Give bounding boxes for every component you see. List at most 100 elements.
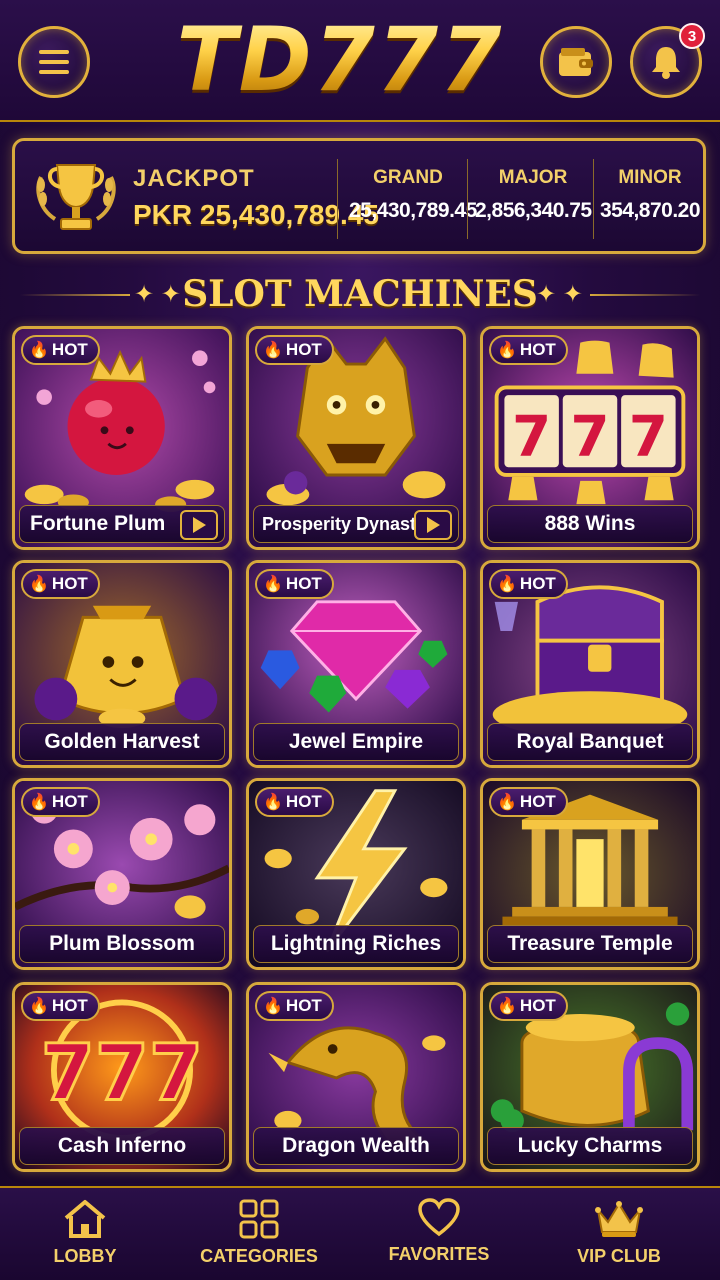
game-title: Royal Banquet bbox=[487, 723, 693, 761]
game-card-dragon-wealth[interactable]: 🔥 HOT Dragon Wealth bbox=[246, 982, 466, 1172]
game-title: Golden Harvest bbox=[19, 723, 225, 761]
flame-icon: 🔥 bbox=[263, 576, 283, 593]
hot-badge-label: HOT bbox=[51, 340, 88, 359]
tier-value: 354,870.20 bbox=[599, 199, 701, 222]
sparkle-icon: ✦ ✦ bbox=[536, 281, 583, 308]
hot-badge: 🔥 HOT bbox=[489, 335, 568, 365]
game-card-888-wins[interactable]: 7 7 7 🔥 HOT 888 Wins bbox=[480, 326, 700, 550]
hot-badge: 🔥 HOT bbox=[21, 569, 100, 599]
flame-icon: 🔥 bbox=[263, 794, 283, 811]
hot-badge-label: HOT bbox=[519, 996, 556, 1015]
hot-badge: 🔥 HOT bbox=[489, 787, 568, 817]
game-title-text: Lightning Riches bbox=[270, 932, 442, 955]
game-card-fortune-plum[interactable]: 🔥 HOT Fortune Plum bbox=[12, 326, 232, 550]
game-card-golden-harvest[interactable]: 🔥 HOT Golden Harvest bbox=[12, 560, 232, 768]
tier-name: GRAND bbox=[373, 167, 443, 188]
game-title: Lucky Charms bbox=[487, 1127, 693, 1165]
flame-icon: 🔥 bbox=[29, 342, 49, 359]
nav-label: FAVORITES bbox=[388, 1244, 490, 1264]
game-title: Dragon Wealth bbox=[253, 1127, 459, 1165]
nav-categories[interactable]: CATEGORIES bbox=[174, 1198, 344, 1278]
menu-button[interactable] bbox=[18, 26, 90, 98]
game-title: Plum Blossom bbox=[19, 925, 225, 963]
flame-icon: 🔥 bbox=[497, 576, 517, 593]
app-logo: TD777 bbox=[150, 10, 530, 110]
section-title: SLOT MACHINES bbox=[182, 273, 538, 315]
home-icon bbox=[64, 1200, 106, 1238]
game-title: Lightning Riches bbox=[253, 925, 459, 963]
crown-icon bbox=[595, 1201, 643, 1237]
tier-grand: GRAND 25,430,789.45 bbox=[349, 167, 477, 223]
game-title: Jewel Empire bbox=[253, 723, 459, 761]
game-title-text: Golden Harvest bbox=[44, 730, 200, 753]
game-title-text: Plum Blossom bbox=[49, 932, 195, 955]
hot-badge: 🔥 HOT bbox=[489, 991, 568, 1021]
nav-label: LOBBY bbox=[53, 1246, 117, 1266]
game-card-plum-blossom[interactable]: 🔥 HOT Plum Blossom bbox=[12, 778, 232, 970]
play-icon bbox=[427, 517, 440, 533]
hot-badge: 🔥 HOT bbox=[255, 569, 334, 599]
play-button[interactable] bbox=[414, 510, 452, 540]
flame-icon: 🔥 bbox=[263, 342, 283, 359]
notification-badge: 3 bbox=[679, 23, 705, 49]
game-title: Fortune Plum bbox=[19, 505, 225, 543]
play-button[interactable] bbox=[180, 510, 218, 540]
game-title: 888 Wins bbox=[487, 505, 693, 543]
svg-text:7: 7 bbox=[512, 405, 551, 470]
play-icon bbox=[193, 517, 206, 533]
game-card-lucky-charms[interactable]: 🔥 HOT Lucky Charms bbox=[480, 982, 700, 1172]
hot-badge: 🔥 HOT bbox=[489, 569, 568, 599]
hot-badge-label: HOT bbox=[51, 792, 88, 811]
game-title-text: Dragon Wealth bbox=[282, 1134, 430, 1157]
game-card-lightning-riches[interactable]: 🔥 HOT Lightning Riches bbox=[246, 778, 466, 970]
flame-icon: 🔥 bbox=[497, 342, 517, 359]
sparkle-icon: ✦ ✦ bbox=[134, 281, 181, 308]
divider bbox=[590, 294, 700, 296]
game-card-jewel-empire[interactable]: 🔥 HOT Jewel Empire bbox=[246, 560, 466, 768]
game-title: Treasure Temple bbox=[487, 925, 693, 963]
game-card-treasure-temple[interactable]: 🔥 HOT Treasure Temple bbox=[480, 778, 700, 970]
svg-text:777: 777 bbox=[41, 1028, 203, 1118]
app-header: TD777 3 bbox=[0, 0, 720, 122]
hot-badge-label: HOT bbox=[519, 574, 556, 593]
game-title: Cash Inferno bbox=[19, 1127, 225, 1165]
tier-name: MAJOR bbox=[498, 167, 568, 188]
notifications-button[interactable]: 3 bbox=[630, 23, 705, 98]
nav-lobby[interactable]: LOBBY bbox=[0, 1198, 170, 1278]
trophy-icon bbox=[36, 164, 116, 230]
bottom-navigation: LOBBY CATEGORIES FAVORITES VIP CLUB bbox=[0, 1186, 720, 1280]
hot-badge: 🔥 HOT bbox=[255, 335, 334, 365]
game-card-prosperity-dynasty[interactable]: 🔥 HOT Prosperity Dynasty bbox=[246, 326, 466, 550]
flame-icon: 🔥 bbox=[29, 576, 49, 593]
divider bbox=[593, 159, 594, 239]
game-title-text: Cash Inferno bbox=[57, 1134, 187, 1157]
tier-value: 2,856,340.75 bbox=[475, 199, 592, 222]
game-title-text: Lucky Charms bbox=[517, 1134, 663, 1157]
wallet-button[interactable] bbox=[540, 26, 612, 98]
hot-badge: 🔥 HOT bbox=[255, 991, 334, 1021]
tier-minor: MINOR 354,870.20 bbox=[597, 167, 703, 223]
hot-badge: 🔥 HOT bbox=[21, 787, 100, 817]
hot-badge-label: HOT bbox=[51, 996, 88, 1015]
hot-badge-label: HOT bbox=[285, 996, 322, 1015]
bell-icon bbox=[652, 47, 680, 79]
hot-badge: 🔥 HOT bbox=[255, 787, 334, 817]
game-title-text: Prosperity Dynasty bbox=[262, 513, 427, 534]
game-card-royal-banquet[interactable]: 🔥 HOT Royal Banquet bbox=[480, 560, 700, 768]
jackpot-panel: JACKPOT PKR 25,430,789.45 GRAND 25,430,7… bbox=[12, 138, 706, 254]
hot-badge-label: HOT bbox=[519, 340, 556, 359]
section-header: ✦ ✦ SLOT MACHINES ✦ ✦ bbox=[0, 268, 720, 320]
flame-icon: 🔥 bbox=[29, 794, 49, 811]
divider bbox=[467, 159, 468, 239]
jackpot-label: JACKPOT bbox=[133, 165, 255, 192]
heart-icon bbox=[418, 1198, 460, 1237]
flame-icon: 🔥 bbox=[497, 998, 517, 1015]
game-card-cash-inferno[interactable]: 777 🔥 HOT Cash Inferno bbox=[12, 982, 232, 1172]
game-title-text: 888 Wins bbox=[544, 512, 636, 535]
hot-badge-label: HOT bbox=[285, 574, 322, 593]
nav-favorites[interactable]: FAVORITES bbox=[354, 1198, 524, 1278]
svg-text:7: 7 bbox=[629, 405, 668, 470]
nav-label: CATEGORIES bbox=[200, 1246, 318, 1266]
nav-vip-club[interactable]: VIP CLUB bbox=[534, 1198, 704, 1278]
flame-icon: 🔥 bbox=[263, 998, 283, 1015]
